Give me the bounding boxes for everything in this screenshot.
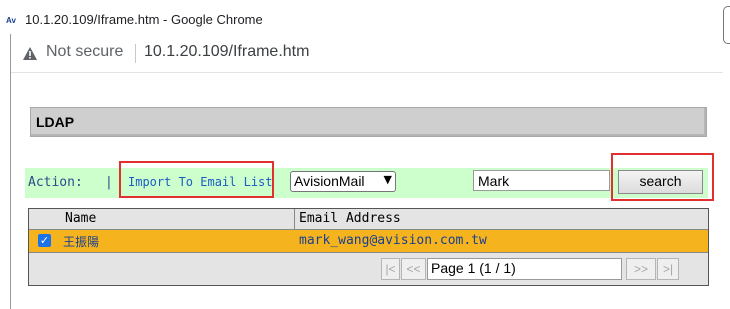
- window-edge: [723, 6, 730, 44]
- column-header-name[interactable]: Name: [65, 211, 96, 226]
- browser-titlebar: Av 10.1.20.109/Iframe.htm - Google Chrom…: [0, 0, 724, 34]
- results-table: Name Email Address ✓ 王振陽 mark_wang@avisi…: [28, 208, 709, 286]
- row-checkbox[interactable]: ✓: [38, 234, 51, 247]
- chevron-down-icon: ▼: [383, 173, 392, 186]
- highlight-box-search: [611, 153, 714, 201]
- action-label: Action:: [28, 175, 83, 190]
- table-header: Name Email Address: [29, 209, 708, 230]
- security-status[interactable]: Not secure: [46, 43, 123, 61]
- page-indicator: Page 1 (1 / 1): [427, 258, 622, 280]
- highlight-box-import: [119, 161, 274, 198]
- url-text[interactable]: 10.1.20.109/Iframe.htm: [144, 43, 309, 61]
- first-page-button[interactable]: |<: [381, 258, 400, 280]
- window-left-border: [10, 34, 11, 309]
- address-divider: [135, 44, 136, 63]
- row-email: mark_wang@avision.com.tw: [299, 233, 487, 248]
- warning-triangle-icon[interactable]: [23, 47, 37, 60]
- table-row[interactable]: ✓ 王振陽 mark_wang@avision.com.tw: [29, 230, 708, 253]
- action-separator: |: [105, 175, 113, 190]
- avision-icon: Av: [6, 16, 16, 25]
- pager: |< << Page 1 (1 / 1) >> >|: [29, 253, 708, 285]
- row-name: 王振陽: [63, 235, 100, 249]
- previous-page-button[interactable]: <<: [401, 258, 426, 280]
- ldap-header: LDAP: [30, 107, 707, 137]
- address-bar[interactable]: Not secure 10.1.20.109/Iframe.htm: [10, 34, 723, 73]
- address-book-select[interactable]: AvisionMail ▼: [290, 171, 396, 192]
- column-divider: [294, 209, 295, 229]
- address-book-selected-value: AvisionMail: [294, 173, 365, 189]
- last-page-button[interactable]: >|: [657, 258, 679, 280]
- window-title: 10.1.20.109/Iframe.htm - Google Chrome: [25, 12, 263, 27]
- next-page-button[interactable]: >>: [626, 258, 656, 280]
- search-input[interactable]: [473, 170, 610, 191]
- column-header-email[interactable]: Email Address: [299, 211, 401, 226]
- panel-title: LDAP: [36, 114, 75, 130]
